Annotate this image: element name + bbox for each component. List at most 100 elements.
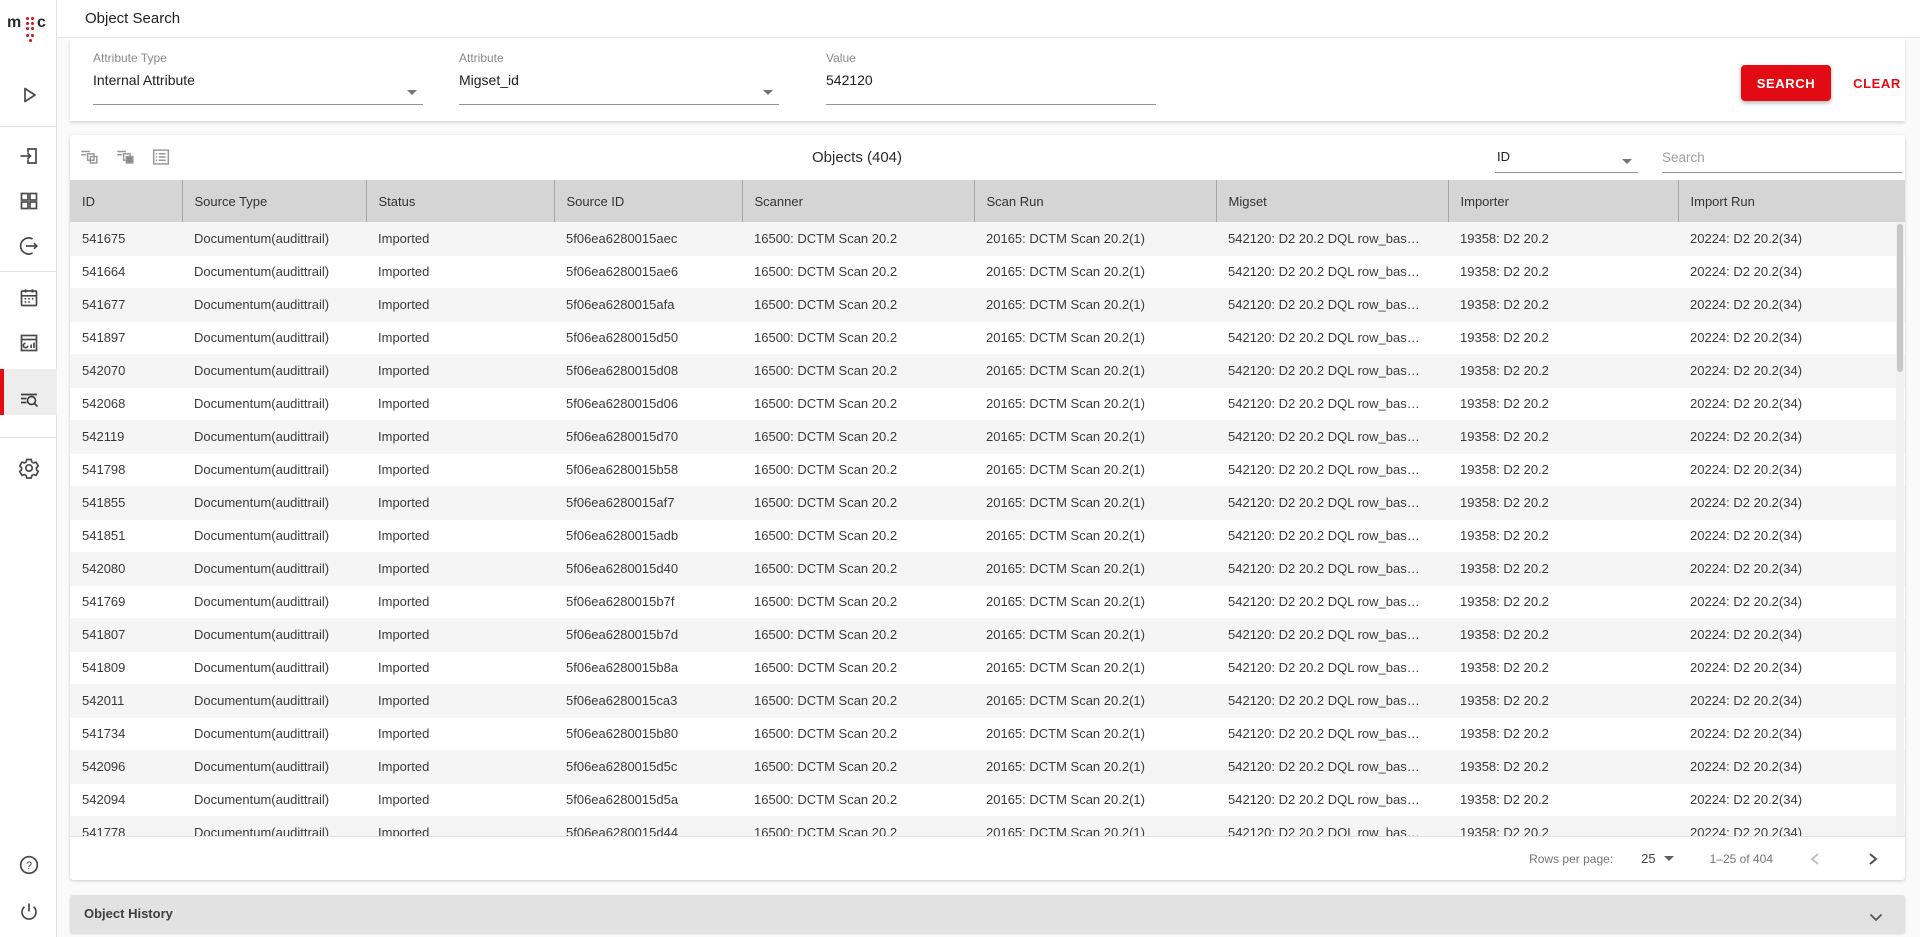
table-scrollbar[interactable] — [1896, 222, 1904, 836]
cell-source-id: 5f06ea6280015afa — [554, 288, 742, 321]
cell-source-id: 5f06ea6280015b8a — [554, 651, 742, 684]
cell-import-run: 20224: D2 20.2(34) — [1678, 255, 1905, 288]
col-header-scan-run[interactable]: Scan Run — [974, 180, 1216, 222]
sidebar-divider — [0, 126, 56, 127]
calendar-icon[interactable] — [0, 278, 57, 318]
next-page-button[interactable] — [1857, 843, 1889, 875]
attribute-type-select[interactable]: Attribute Type Internal Attribute — [93, 51, 423, 105]
object-history-panel[interactable]: Object History — [70, 895, 1905, 933]
col-header-source-id[interactable]: Source ID — [554, 180, 742, 222]
table-row[interactable]: 541809Documentum(audittrail)Imported5f06… — [70, 651, 1905, 684]
power-icon[interactable] — [0, 892, 57, 932]
table-row[interactable]: 541677Documentum(audittrail)Imported5f06… — [70, 288, 1905, 321]
col-header-importer[interactable]: Importer — [1448, 180, 1678, 222]
search-button[interactable]: SEARCH — [1741, 65, 1831, 101]
objects-count-title: Objects (404) — [812, 135, 902, 181]
cell-source-type: Documentum(audittrail) — [182, 816, 366, 836]
table-row[interactable]: 542070Documentum(audittrail)Imported5f06… — [70, 354, 1905, 387]
sidebar: m c — [0, 0, 57, 937]
col-header-status[interactable]: Status — [366, 180, 554, 222]
cell-id: 541675 — [70, 222, 182, 255]
cell-id: 542011 — [70, 684, 182, 717]
cell-scan-run: 20165: DCTM Scan 20.2(1) — [974, 321, 1216, 354]
import-icon[interactable] — [0, 136, 57, 176]
table-row[interactable]: 541664Documentum(audittrail)Imported5f06… — [70, 255, 1905, 288]
scrollbar-thumb[interactable] — [1897, 224, 1903, 372]
cell-source-type: Documentum(audittrail) — [182, 552, 366, 585]
cell-id: 541778 — [70, 816, 182, 836]
rows-per-page-select[interactable]: 25 — [1641, 851, 1673, 866]
cell-scanner: 16500: DCTM Scan 20.2 — [742, 750, 974, 783]
table-row[interactable]: 542096Documentum(audittrail)Imported5f06… — [70, 750, 1905, 783]
copy-list-icon[interactable] — [78, 146, 100, 168]
filter-column-value: ID — [1497, 149, 1510, 164]
rows-per-page-value: 25 — [1641, 851, 1655, 866]
cell-status: Imported — [366, 684, 554, 717]
cell-migset: 542120: D2 20.2 DQL row_bas… — [1216, 288, 1448, 321]
grid-icon[interactable] — [0, 181, 57, 221]
table-row[interactable]: 541778Documentum(audittrail)Imported5f06… — [70, 816, 1905, 836]
cell-source-type: Documentum(audittrail) — [182, 585, 366, 618]
cell-import-run: 20224: D2 20.2(34) — [1678, 651, 1905, 684]
table-row[interactable]: 542080Documentum(audittrail)Imported5f06… — [70, 552, 1905, 585]
export-icon[interactable] — [0, 226, 57, 266]
table-row[interactable]: 541807Documentum(audittrail)Imported5f06… — [70, 618, 1905, 651]
table-row[interactable]: 541769Documentum(audittrail)Imported5f06… — [70, 585, 1905, 618]
cell-id: 541809 — [70, 651, 182, 684]
cell-status: Imported — [366, 288, 554, 321]
cell-scan-run: 20165: DCTM Scan 20.2(1) — [974, 354, 1216, 387]
table-row[interactable]: 541851Documentum(audittrail)Imported5f06… — [70, 519, 1905, 552]
col-header-id[interactable]: ID — [70, 180, 182, 222]
filter-column-select[interactable]: ID — [1495, 143, 1638, 173]
attribute-type-label: Attribute Type — [93, 51, 423, 65]
list-view-icon[interactable] — [150, 146, 172, 168]
cell-id: 541897 — [70, 321, 182, 354]
cell-scanner: 16500: DCTM Scan 20.2 — [742, 420, 974, 453]
cell-source-type: Documentum(audittrail) — [182, 222, 366, 255]
cell-import-run: 20224: D2 20.2(34) — [1678, 783, 1905, 816]
cell-source-type: Documentum(audittrail) — [182, 519, 366, 552]
value-field[interactable]: Value 542120 — [826, 51, 1156, 105]
cell-source-id: 5f06ea6280015d06 — [554, 387, 742, 420]
copy-list-filled-icon[interactable] — [114, 146, 136, 168]
cell-status: Imported — [366, 552, 554, 585]
cell-scan-run: 20165: DCTM Scan 20.2(1) — [974, 222, 1216, 255]
cell-id: 541851 — [70, 519, 182, 552]
table-search-input[interactable] — [1662, 143, 1902, 173]
table-row[interactable]: 542094Documentum(audittrail)Imported5f06… — [70, 783, 1905, 816]
table-row[interactable]: 541734Documentum(audittrail)Imported5f06… — [70, 717, 1905, 750]
help-icon[interactable]: ? — [0, 845, 57, 885]
cell-import-run: 20224: D2 20.2(34) — [1678, 486, 1905, 519]
cell-id: 542094 — [70, 783, 182, 816]
clear-button[interactable]: CLEAR — [1842, 65, 1912, 101]
pagination-range: 1–25 of 404 — [1710, 852, 1773, 866]
table-row[interactable]: 541897Documentum(audittrail)Imported5f06… — [70, 321, 1905, 354]
table-row[interactable]: 542119Documentum(audittrail)Imported5f06… — [70, 420, 1905, 453]
attribute-value: Migset_id — [459, 72, 519, 88]
cell-migset: 542120: D2 20.2 DQL row_bas… — [1216, 717, 1448, 750]
table-row[interactable]: 541798Documentum(audittrail)Imported5f06… — [70, 453, 1905, 486]
previous-page-button[interactable] — [1799, 843, 1831, 875]
settings-icon[interactable] — [0, 448, 57, 488]
cell-source-type: Documentum(audittrail) — [182, 321, 366, 354]
cell-source-id: 5f06ea6280015b7f — [554, 585, 742, 618]
table-row[interactable]: 542068Documentum(audittrail)Imported5f06… — [70, 387, 1905, 420]
col-header-migset[interactable]: Migset — [1216, 180, 1448, 222]
chevron-down-icon — [1664, 856, 1674, 861]
table-row[interactable]: 542011Documentum(audittrail)Imported5f06… — [70, 684, 1905, 717]
table-row[interactable]: 541855Documentum(audittrail)Imported5f06… — [70, 486, 1905, 519]
field-underline — [93, 104, 423, 105]
table-row[interactable]: 541675Documentum(audittrail)Imported5f06… — [70, 222, 1905, 255]
cell-id: 542068 — [70, 387, 182, 420]
sidebar-item-object-search[interactable] — [0, 369, 57, 415]
col-header-import-run[interactable]: Import Run — [1678, 180, 1905, 222]
value-input[interactable]: 542120 — [826, 72, 873, 88]
expand-chevron-icon[interactable] — [1869, 909, 1883, 927]
logo-letter-m: m — [7, 14, 21, 32]
screen: m c — [0, 0, 1920, 937]
attribute-select[interactable]: Attribute Migset_id — [459, 51, 779, 105]
col-header-scanner[interactable]: Scanner — [742, 180, 974, 222]
play-icon[interactable] — [0, 75, 57, 115]
dashboard-icon[interactable] — [0, 323, 57, 363]
col-header-source-type[interactable]: Source Type — [182, 180, 366, 222]
